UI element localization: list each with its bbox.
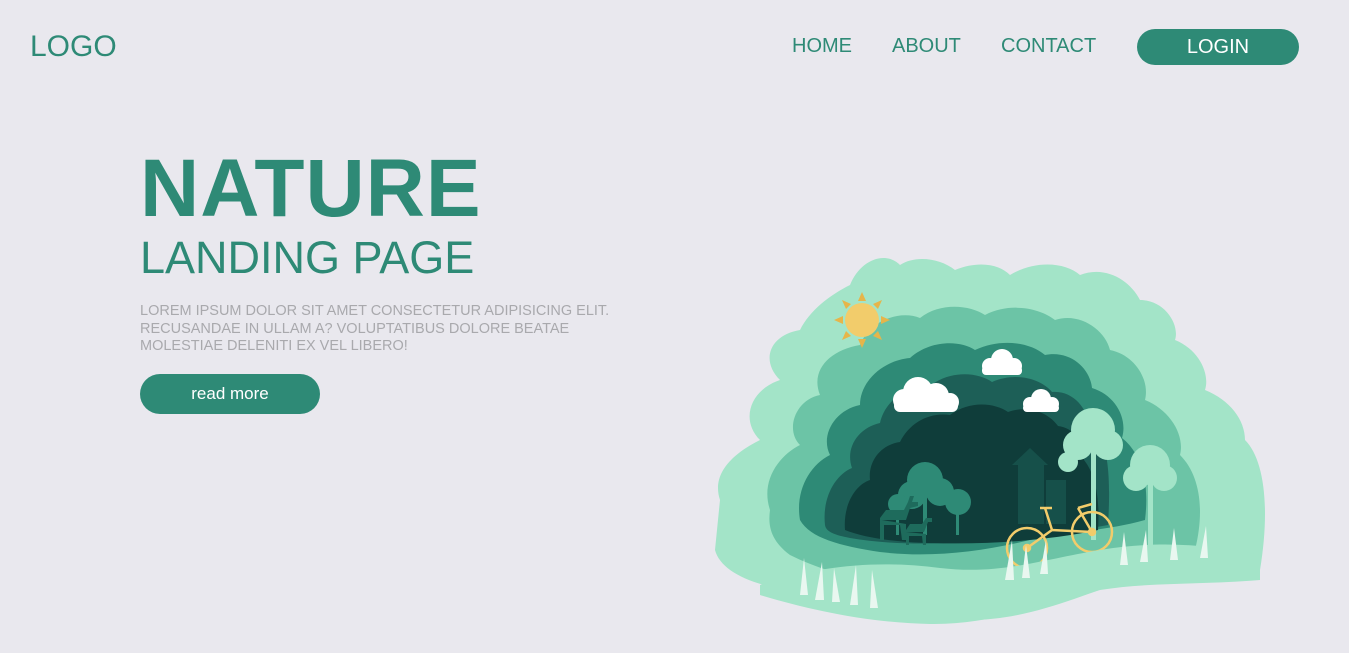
paper-cut-scene <box>715 257 1265 625</box>
nav-home-link[interactable]: HOME <box>792 35 852 58</box>
hero-description: LOREM IPSUM DOLOR SIT AMET CONSECTETUR A… <box>140 303 610 354</box>
login-button[interactable]: LOGIN <box>1137 29 1299 65</box>
hero-subtitle: LANDING PAGE <box>140 232 475 283</box>
hero-title: NATURE <box>140 143 482 234</box>
main-nav: HOME ABOUT CONTACT LOGIN <box>0 29 1349 65</box>
sun-icon <box>834 292 890 348</box>
read-more-button[interactable]: read more <box>140 374 320 414</box>
nature-illustration <box>700 240 1280 630</box>
nav-about-link[interactable]: ABOUT <box>892 35 961 58</box>
nav-contact-link[interactable]: CONTACT <box>1001 35 1096 58</box>
